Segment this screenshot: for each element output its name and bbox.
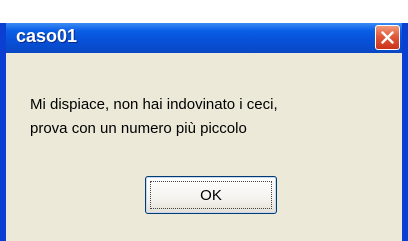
message-text: Mi dispiace, non hai indovinato i ceci, …: [30, 93, 278, 141]
ok-button[interactable]: OK: [145, 176, 277, 214]
close-icon: [381, 31, 394, 44]
close-button[interactable]: [375, 25, 400, 50]
ok-button-label: OK: [200, 186, 222, 204]
message-line-2: prova con un numero più piccolo: [30, 120, 247, 137]
title-bar[interactable]: caso01: [6, 23, 402, 53]
message-dialog: caso01 Mi dispiace, non hai indovinato i…: [0, 23, 408, 241]
message-line-1: Mi dispiace, non hai indovinato i ceci,: [30, 96, 278, 113]
window-title: caso01: [16, 26, 78, 46]
